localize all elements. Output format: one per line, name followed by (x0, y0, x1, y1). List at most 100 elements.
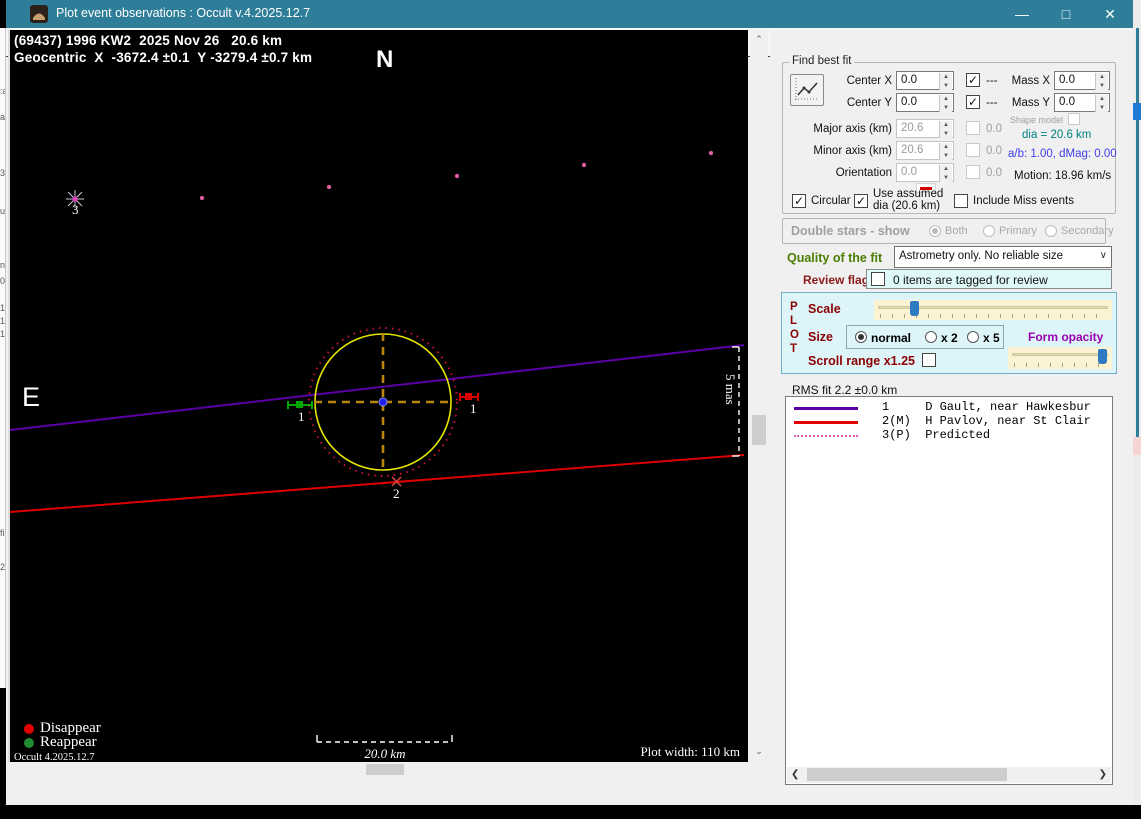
double-primary-radio[interactable] (983, 225, 995, 237)
plot-hscroll-thumb[interactable] (366, 764, 404, 775)
plot-letter-t: T (790, 343, 798, 355)
mass-x-spinner[interactable]: ▲ ▼ (1095, 73, 1108, 90)
use-assumed-label-2: dia (20.6 km) (873, 200, 941, 212)
predicted-dot (582, 163, 586, 167)
quality-dropdown[interactable]: Astrometry only. No reliable size ∨ (894, 246, 1112, 268)
size-normal-radio[interactable] (855, 331, 867, 343)
chord2-label: 2 (393, 486, 400, 501)
predicted-dot (200, 196, 204, 200)
ab-dmag-text: a/b: 1.00, dMag: 0.00 (1008, 148, 1117, 160)
scroll-left-icon[interactable]: ❮ (791, 769, 799, 780)
shape-model-checkbox[interactable] (1068, 113, 1080, 125)
observer-row-2[interactable]: 2(M) H Pavlov, near St Clair (882, 414, 1091, 428)
form-opacity-label: Form opacity (1028, 330, 1104, 344)
fit-chart-button[interactable] (790, 74, 824, 106)
major-axis-fit-checkbox[interactable] (966, 121, 980, 135)
mass-y-input[interactable]: 0.0 ▲ ▼ (1054, 93, 1110, 112)
include-miss-checkbox[interactable] (954, 194, 968, 208)
background-text-fragment: 2 (0, 562, 6, 572)
minimize-button[interactable]: — (999, 0, 1045, 28)
scale-label: Scale (808, 302, 841, 316)
use-assumed-checkbox[interactable]: ✓ (854, 194, 868, 208)
use-assumed-label-1: Use assumed (873, 188, 944, 200)
quality-label: Quality of the fit (787, 251, 883, 265)
predicted-dot (455, 174, 459, 178)
minor-axis-spinner[interactable]: ▲ ▼ (939, 143, 952, 160)
double-both-label: Both (945, 225, 968, 237)
app-icon (30, 5, 48, 23)
double-stars-group: Double stars - show Both Primary Seconda… (782, 218, 1114, 244)
center-y-spinner[interactable]: ▲ ▼ (939, 95, 952, 112)
scale-slider-thumb[interactable] (910, 301, 919, 316)
observers-hscroll[interactable]: ❮ ❯ (787, 767, 1111, 783)
orientation-spinner[interactable]: ▲ ▼ (939, 165, 952, 182)
mass-y-spinner[interactable]: ▲ ▼ (1095, 95, 1108, 112)
plot-canvas[interactable]: (69437) 1996 KW2 2025 Nov 26 20.6 km Geo… (8, 30, 750, 763)
scroll-range-label: Scroll range x1.25 (808, 354, 916, 368)
minor-axis-fit-value: 0.0 (986, 145, 1002, 157)
predicted-legend-line (794, 435, 858, 437)
chord1-legend-line (794, 407, 858, 410)
minor-axis-input[interactable]: 20.6 ▲ ▼ (896, 141, 954, 160)
shape-model-label: Shape model (1010, 115, 1064, 125)
center-y-fit-checkbox[interactable]: ✓ (966, 95, 980, 109)
center-y-dash: --- (986, 97, 998, 109)
scroll-right-icon[interactable]: ❯ (1099, 769, 1107, 780)
minor-axis-fit-checkbox[interactable] (966, 143, 980, 157)
screen-bottom-band (0, 805, 1141, 819)
major-axis-spinner[interactable]: ▲ ▼ (939, 121, 952, 138)
double-both-radio[interactable] (929, 225, 941, 237)
chord2-legend-line (794, 421, 858, 424)
size-x5-radio[interactable] (967, 331, 979, 343)
size-x2-radio[interactable] (925, 331, 937, 343)
center-x-spinner[interactable]: ▲ ▼ (939, 73, 952, 90)
size-normal-label: normal (871, 331, 912, 345)
center-x-input[interactable]: 0.0 ▲ ▼ (896, 71, 954, 90)
center-y-input[interactable]: 0.0 ▲ ▼ (896, 93, 954, 112)
observer-row-1[interactable]: 1 D Gault, near Hawkesbur (882, 400, 1091, 414)
mass-x-input[interactable]: 0.0 ▲ ▼ (1054, 71, 1110, 90)
predicted-dots (10, 30, 750, 762)
scale-slider[interactable] (874, 300, 1112, 320)
plot-vscroll-thumb[interactable] (752, 415, 766, 445)
review-flags-checkbox[interactable] (871, 272, 885, 286)
double-secondary-radio[interactable] (1045, 225, 1057, 237)
compass-east: E (22, 382, 41, 412)
reappear-dot-icon (24, 738, 34, 748)
scroll-down-icon[interactable]: ⌄ (750, 746, 768, 757)
maximize-button[interactable]: □ (1043, 0, 1089, 28)
major-axis-input[interactable]: 20.6 ▲ ▼ (896, 119, 954, 138)
opacity-slider[interactable] (1008, 347, 1112, 369)
include-miss-label: Include Miss events (973, 195, 1074, 207)
find-best-fit-label: Find best fit (789, 55, 855, 67)
orientation-fit-value: 0.0 (986, 167, 1002, 179)
chart-icon (795, 78, 819, 100)
plot-controls-panel: P L O T Scale Size normal x 2 x 5 Form o… (781, 292, 1117, 374)
mas-scale-label: 5 mas (723, 374, 738, 405)
observer-row-3[interactable]: 3(P) Predicted (882, 428, 990, 442)
scroll-range-checkbox[interactable] (922, 353, 936, 367)
circular-label: Circular (811, 195, 851, 207)
observers-hscroll-thumb[interactable] (807, 768, 1007, 781)
background-text-fragment: 1 (0, 316, 6, 326)
size-x5-label: x 5 (983, 331, 1000, 345)
plot-letter-l: L (790, 315, 798, 327)
orientation-fit-checkbox[interactable] (966, 165, 980, 179)
double-primary-label: Primary (999, 225, 1037, 237)
circular-checkbox[interactable]: ✓ (792, 194, 806, 208)
background-window-right (1133, 0, 1141, 805)
close-button[interactable]: ✕ (1087, 0, 1133, 28)
orientation-input[interactable]: 0.0 ▲ ▼ (896, 163, 954, 182)
plot-vertical-scrollbar[interactable]: ⌃ ⌄ (750, 30, 768, 762)
background-text-fragment: fi (0, 528, 5, 538)
observers-list[interactable]: 1 D Gault, near Hawkesbur 2(M) H Pavlov,… (785, 396, 1113, 785)
scroll-up-icon[interactable]: ⌃ (750, 34, 768, 45)
predicted-dot (327, 185, 331, 189)
plot-title: (69437) 1996 KW2 2025 Nov 26 20.6 km (14, 33, 283, 48)
minor-axis-label: Minor axis (km) (813, 145, 892, 157)
background-text-fragment: 1 (0, 329, 6, 339)
center-x-fit-checkbox[interactable]: ✓ (966, 73, 980, 87)
mass-y-label: Mass Y (1011, 97, 1050, 109)
opacity-slider-thumb[interactable] (1098, 349, 1107, 364)
plot-horizontal-scrollbar[interactable] (8, 762, 750, 777)
